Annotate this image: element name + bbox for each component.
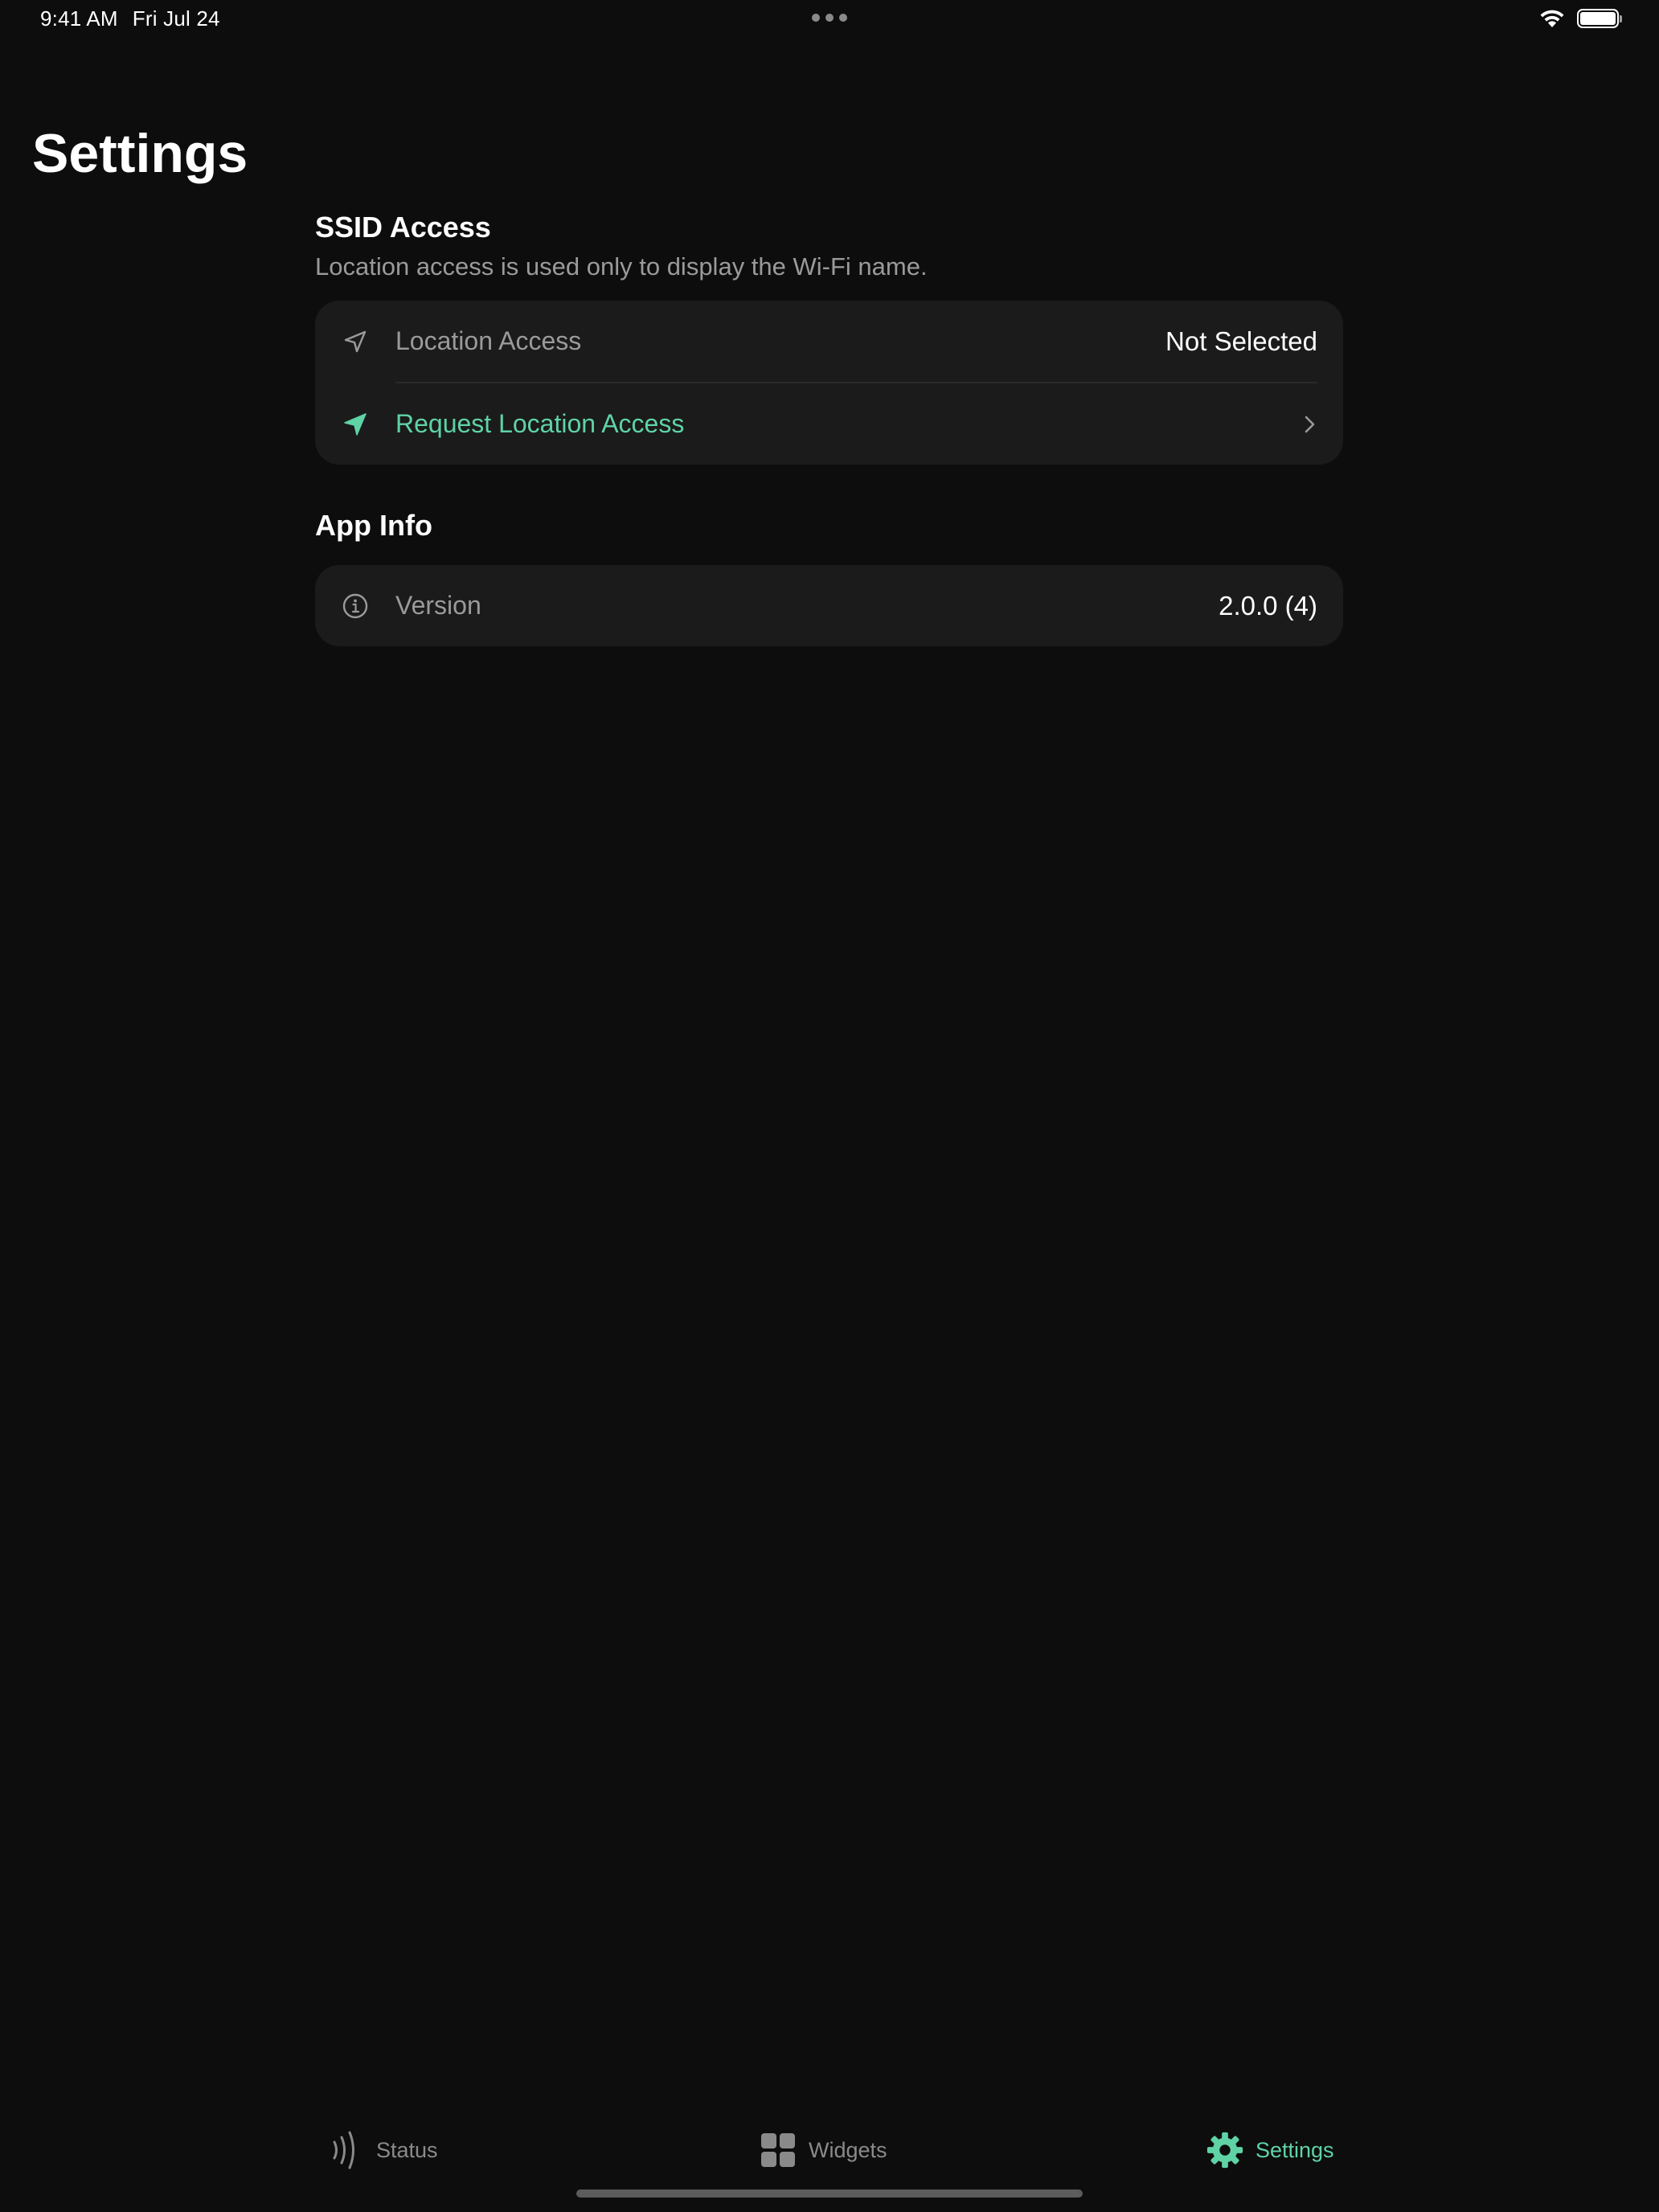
tab-status[interactable]: Status bbox=[326, 2114, 438, 2186]
gear-icon bbox=[1206, 2131, 1244, 2169]
location-access-row: Location Access Not Selected bbox=[315, 301, 1343, 382]
tab-widgets-label: Widgets bbox=[809, 2137, 887, 2162]
info-circle-icon bbox=[341, 592, 370, 621]
location-access-label: Location Access bbox=[395, 326, 582, 355]
status-date: Fri Jul 24 bbox=[132, 6, 220, 31]
request-location-access-row[interactable]: Request Location Access bbox=[315, 383, 1343, 465]
wifi-icon bbox=[1540, 10, 1564, 27]
app-info-group: Version 2.0.0 (4) bbox=[315, 565, 1343, 646]
location-arrow-filled-icon bbox=[341, 410, 370, 439]
settings-screen: 9:41 AM Fri Jul 24 Settings SSID Access L… bbox=[0, 0, 1659, 2212]
ssid-settings-group: Location Access Not Selected Request Loc… bbox=[315, 301, 1343, 465]
multitasking-dots-icon[interactable] bbox=[812, 14, 847, 23]
status-bar: 9:41 AM Fri Jul 24 bbox=[0, 0, 1659, 40]
tab-settings-label: Settings bbox=[1256, 2137, 1334, 2162]
ssid-section-subtitle: Location access is used only to display … bbox=[315, 252, 928, 281]
status-clock: 9:41 AM Fri Jul 24 bbox=[40, 6, 220, 31]
ssid-section: SSID Access Location access is used only… bbox=[315, 211, 1343, 465]
status-indicators bbox=[1538, 8, 1622, 29]
status-time: 9:41 AM bbox=[40, 6, 118, 31]
app-info-section: App Info Version 2.0.0 (4) bbox=[315, 509, 1343, 646]
widgets-grid-icon bbox=[759, 2131, 797, 2169]
location-access-value: Not Selected bbox=[1165, 326, 1317, 356]
ssid-section-header: SSID Access bbox=[315, 211, 491, 244]
tab-widgets[interactable]: Widgets bbox=[759, 2114, 887, 2186]
tab-status-label: Status bbox=[376, 2137, 438, 2162]
signal-waves-icon bbox=[326, 2131, 365, 2169]
tab-bar: Status Widgets Settings bbox=[0, 2114, 1659, 2186]
tab-settings[interactable]: Settings bbox=[1206, 2114, 1334, 2186]
battery-icon bbox=[1577, 9, 1622, 28]
home-indicator[interactable] bbox=[576, 2189, 1083, 2198]
request-location-access-label[interactable]: Request Location Access bbox=[395, 409, 684, 439]
app-info-section-header: App Info bbox=[315, 509, 432, 542]
page-title: Settings bbox=[32, 123, 248, 184]
version-row: Version 2.0.0 (4) bbox=[315, 565, 1343, 646]
version-value: 2.0.0 (4) bbox=[1219, 590, 1317, 621]
chevron-right-icon bbox=[1300, 415, 1319, 434]
settings-content: SSID Access Location access is used only… bbox=[315, 211, 1343, 646]
location-arrow-outline-icon bbox=[341, 327, 370, 356]
version-label: Version bbox=[395, 591, 481, 620]
